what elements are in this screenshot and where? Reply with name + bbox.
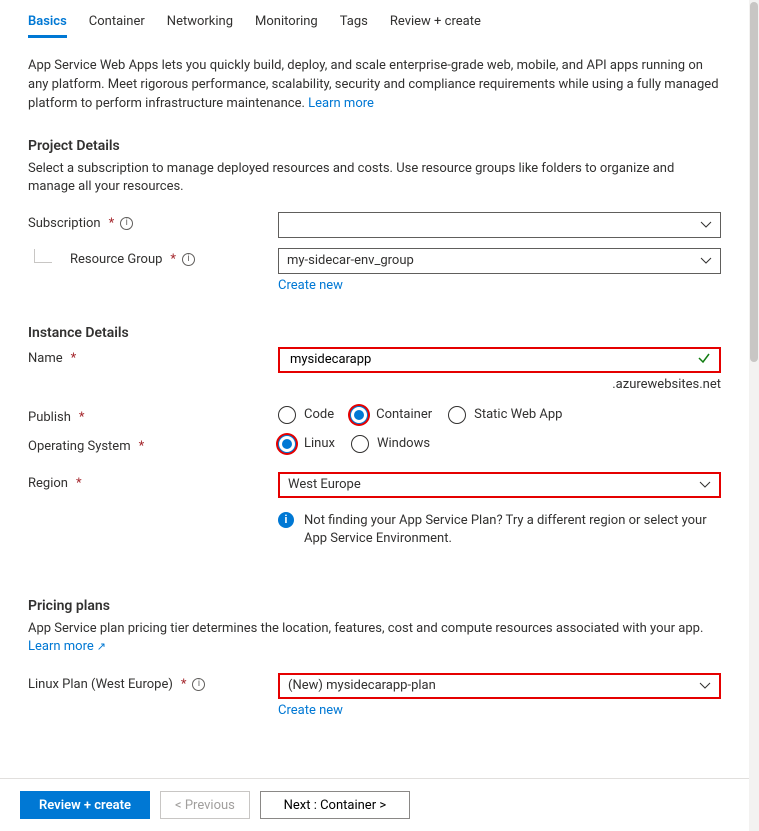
next-button[interactable]: Next : Container > (260, 791, 410, 819)
name-input[interactable] (288, 351, 697, 368)
name-suffix: .azurewebsites.net (278, 377, 721, 392)
publish-label: Publish (28, 410, 71, 425)
radio-label: Windows (377, 436, 430, 451)
required-indicator: * (79, 410, 85, 425)
pricing-heading: Pricing plans (28, 598, 721, 614)
tabs: Basics Container Networking Monitoring T… (28, 0, 721, 39)
info-icon[interactable]: i (192, 678, 205, 691)
radio-label: Code (304, 407, 334, 422)
learn-more-link[interactable]: Learn more (308, 96, 374, 111)
info-icon[interactable]: i (182, 253, 195, 266)
publish-radio-code[interactable]: Code (278, 406, 334, 424)
tab-tags[interactable]: Tags (340, 8, 368, 38)
review-create-button[interactable]: Review + create (20, 791, 150, 819)
linux-plan-label: Linux Plan (West Europe) (28, 677, 173, 692)
os-radio-windows[interactable]: Windows (351, 435, 430, 453)
tab-basics[interactable]: Basics (28, 8, 67, 38)
required-indicator: * (170, 252, 176, 267)
pricing-desc: App Service plan pricing tier determines… (28, 620, 721, 656)
subscription-label: Subscription (28, 216, 101, 231)
publish-radio-static-web-app[interactable]: Static Web App (448, 406, 562, 424)
region-hint: Not finding your App Service Plan? Try a… (304, 512, 721, 548)
intro-text: App Service Web Apps lets you quickly bu… (28, 57, 721, 114)
name-input-wrapper (278, 347, 721, 373)
linux-plan-dropdown[interactable]: (New) mysidecarapp-plan (278, 673, 721, 699)
chevron-down-icon (699, 680, 711, 692)
required-indicator: * (181, 677, 187, 692)
footer: Review + create < Previous Next : Contai… (0, 778, 749, 831)
radio-label: Container (376, 407, 432, 422)
vertical-scrollbar[interactable] (749, 0, 759, 831)
create-new-rg-link[interactable]: Create new (278, 278, 721, 293)
linux-plan-value: (New) mysidecarapp-plan (288, 678, 436, 693)
pricing-desc-text: App Service plan pricing tier determines… (28, 621, 703, 636)
tab-networking[interactable]: Networking (167, 8, 233, 38)
chevron-down-icon (700, 219, 712, 231)
subscription-dropdown[interactable] (278, 212, 721, 238)
resource-group-label: Resource Group (70, 252, 162, 267)
resource-group-dropdown[interactable]: my-sidecar-env_group (278, 248, 721, 274)
required-indicator: * (71, 351, 77, 366)
publish-radio-container[interactable]: Container (350, 406, 432, 424)
name-label: Name (28, 351, 63, 366)
project-details-heading: Project Details (28, 138, 721, 154)
region-label: Region (28, 476, 68, 491)
instance-details-heading: Instance Details (28, 325, 721, 341)
chevron-down-icon (700, 255, 712, 267)
previous-button[interactable]: < Previous (160, 791, 250, 819)
tab-review-create[interactable]: Review + create (390, 8, 481, 38)
info-icon: i (278, 512, 294, 528)
info-icon[interactable]: i (120, 217, 133, 230)
required-indicator: * (139, 439, 145, 454)
project-details-desc: Select a subscription to manage deployed… (28, 160, 721, 196)
checkmark-icon (697, 351, 711, 369)
tree-indent (34, 249, 52, 263)
create-new-plan-link[interactable]: Create new (278, 703, 721, 718)
radio-label: Static Web App (474, 407, 562, 422)
required-indicator: * (109, 216, 115, 231)
tab-monitoring[interactable]: Monitoring (255, 8, 318, 38)
scrollbar-thumb[interactable] (750, 2, 758, 362)
chevron-down-icon (699, 479, 711, 491)
radio-label: Linux (304, 436, 335, 451)
resource-group-value: my-sidecar-env_group (287, 253, 414, 268)
region-value: West Europe (288, 477, 361, 492)
os-radio-linux[interactable]: Linux (278, 435, 335, 453)
region-dropdown[interactable]: West Europe (278, 472, 721, 498)
os-label: Operating System (28, 439, 131, 454)
pricing-learn-more-link[interactable]: Learn more (28, 639, 106, 654)
required-indicator: * (76, 476, 82, 491)
tab-container[interactable]: Container (89, 8, 145, 38)
